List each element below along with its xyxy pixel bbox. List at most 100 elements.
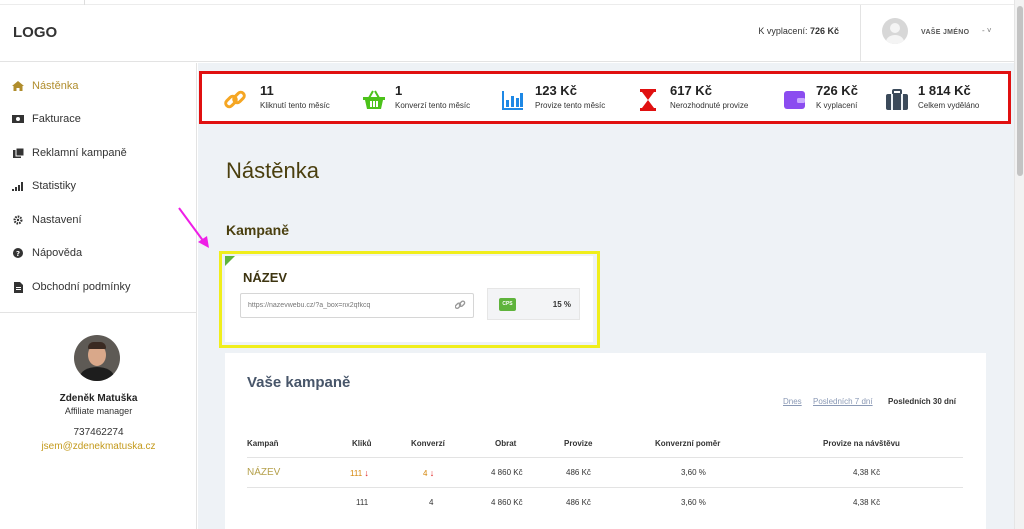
manager-role: Affiliate manager <box>64 406 133 416</box>
sidebar-item-obchodni-podminky[interactable]: Obchodní podmínky <box>12 278 130 296</box>
commission-cell: 486 Kč <box>566 468 591 477</box>
trend-down-icon: ↓ <box>429 468 435 478</box>
stat-label: Konverzí tento měsíc <box>395 101 471 110</box>
conversions-cell: 4 ↓ <box>423 468 434 478</box>
sidebar-item-label: Nástěnka <box>32 80 79 92</box>
cps-badge: CPS <box>499 298 516 311</box>
clicks-cell: 111 ↓ <box>350 468 369 478</box>
period-7-days-link[interactable]: Posledních 7 dní <box>813 397 873 406</box>
help-icon: ? <box>12 248 24 258</box>
sidebar-item-reklamni-kampane[interactable]: Reklamní kampaně <box>12 144 127 162</box>
top-bar: LOGO K vyplacení: 726 Kč VAŠE JMÉNO - ˅ <box>0 0 1014 62</box>
sidebar-item-nastenka[interactable]: Nástěnka <box>12 77 78 95</box>
home-icon <box>12 81 24 91</box>
manager-avatar <box>74 335 120 381</box>
payout-label: K vyplacení: <box>758 26 808 36</box>
column-header: Kampaň <box>247 439 279 448</box>
stat-value: 1 <box>395 83 403 98</box>
column-header: Konverzní poměr <box>655 439 721 448</box>
commission-cell: 486 Kč <box>566 498 591 507</box>
bar-chart-icon <box>502 91 523 110</box>
per-visit-cell: 4,38 Kč <box>853 468 881 477</box>
per-visit-cell: 4,38 Kč <box>853 498 881 507</box>
section-title: Kampaně <box>226 222 290 238</box>
user-name[interactable]: VAŠE JMÉNO <box>921 29 969 36</box>
sidebar-item-statistiky[interactable]: Statistiky <box>12 177 76 195</box>
column-header: Provize na návštěvu <box>823 439 900 448</box>
wallet-icon <box>784 91 805 109</box>
stat-value: 617 Kč <box>670 83 712 98</box>
stat-label: Provize tento měsíc <box>535 101 606 110</box>
conversions-value: 4 <box>423 469 428 478</box>
payout-value: 726 Kč <box>809 26 839 36</box>
basket-icon <box>363 90 385 109</box>
link-icon <box>224 90 246 109</box>
stat-value: 123 Kč <box>535 83 577 98</box>
stat-value: 1 814 Kč <box>918 83 971 98</box>
stat-label: Nerozhodnuté provize <box>670 101 749 110</box>
stat-value: 726 Kč <box>816 83 858 98</box>
sidebar-item-label: Reklamní kampaně <box>32 147 127 159</box>
user-avatar[interactable] <box>882 18 908 44</box>
file-icon <box>12 281 24 293</box>
stat-label: Kliknutí tento měsíc <box>260 101 330 110</box>
bar-chart-icon <box>12 181 24 191</box>
header-divider <box>247 457 963 458</box>
manager-phone[interactable]: 737462274 <box>0 427 197 438</box>
stat-label: K vyplacení <box>816 101 858 110</box>
column-header: Kliků <box>352 439 372 448</box>
commission-box: CPS 15 % <box>487 288 580 320</box>
ratio-cell: 3,60 % <box>681 498 706 507</box>
sidebar-item-label: Fakturace <box>32 113 81 125</box>
campaign-name-link[interactable]: NÁZEV <box>247 467 280 478</box>
scrollbar-thumb[interactable] <box>1017 6 1023 176</box>
briefcase-icon <box>886 89 908 110</box>
annotation-arrow <box>178 207 209 248</box>
svg-text:?: ? <box>16 250 20 258</box>
sidebar-item-label: Statistiky <box>32 180 77 192</box>
sidebar-item-fakturace[interactable]: Fakturace <box>12 110 81 128</box>
commission-value: 15 % <box>552 300 571 309</box>
hourglass-icon <box>640 89 656 111</box>
manager-name: Zdeněk Matuška <box>59 393 138 404</box>
clicks-value: 111 <box>350 469 363 478</box>
clicks-cell: 111 <box>356 498 369 507</box>
page-title: Nástěnka <box>226 158 319 183</box>
campaigns-table-card: Vaše kampaně Dnes Posledních 7 dní Posle… <box>225 353 986 529</box>
turnover-cell: 4 860 Kč <box>491 468 523 477</box>
trend-down-icon: ↓ <box>364 468 369 478</box>
table-title: Vaše kampaně <box>247 374 351 391</box>
sidebar-item-label: Obchodní podmínky <box>32 281 131 293</box>
gear-icon <box>12 215 24 225</box>
user-menu-chevron-icon[interactable]: - ˅ <box>982 26 992 35</box>
sidebar-divider <box>0 312 197 313</box>
sidebar-item-label: Nápověda <box>32 247 83 259</box>
stat-value: 11 <box>260 83 274 98</box>
column-header: Obrat <box>495 439 517 448</box>
sidebar-item-label: Nastavení <box>32 214 82 226</box>
sidebar-item-napoveda[interactable]: ? Nápověda <box>12 244 82 262</box>
period-30-days-link[interactable]: Posledních 30 dní <box>888 397 956 406</box>
turnover-cell: 4 860 Kč <box>491 498 523 507</box>
sidebar-item-nastaveni[interactable]: Nastavení <box>12 211 82 229</box>
page-scrollbar[interactable] <box>1014 0 1024 529</box>
user-divider <box>860 5 861 62</box>
period-today-link[interactable]: Dnes <box>783 397 802 406</box>
manager-hair <box>88 342 106 349</box>
copy-link-icon[interactable] <box>455 300 466 311</box>
stats-bar: 11 Kliknutí tento měsíc 1 Konverzí tento… <box>199 71 1011 124</box>
campaign-card[interactable]: NÁZEV CPS 15 % <box>225 256 593 342</box>
sidebar: Nástěnka Fakturace Reklamní kampaně Stat… <box>0 63 197 529</box>
ratio-cell: 3,60 % <box>681 468 706 477</box>
stat-label: Celkem vyděláno <box>918 101 980 110</box>
affiliate-link-field[interactable] <box>240 293 474 318</box>
row-divider <box>247 487 963 488</box>
documents-icon <box>12 148 24 158</box>
column-header: Konverzí <box>411 439 445 448</box>
browser-strip <box>0 0 1014 5</box>
manager-email-link[interactable]: jsem@zdenekmatuska.cz <box>0 441 197 452</box>
strip-divider <box>84 0 85 5</box>
logo[interactable]: LOGO <box>13 24 57 41</box>
money-icon <box>12 114 24 124</box>
campaign-name: NÁZEV <box>243 270 288 285</box>
